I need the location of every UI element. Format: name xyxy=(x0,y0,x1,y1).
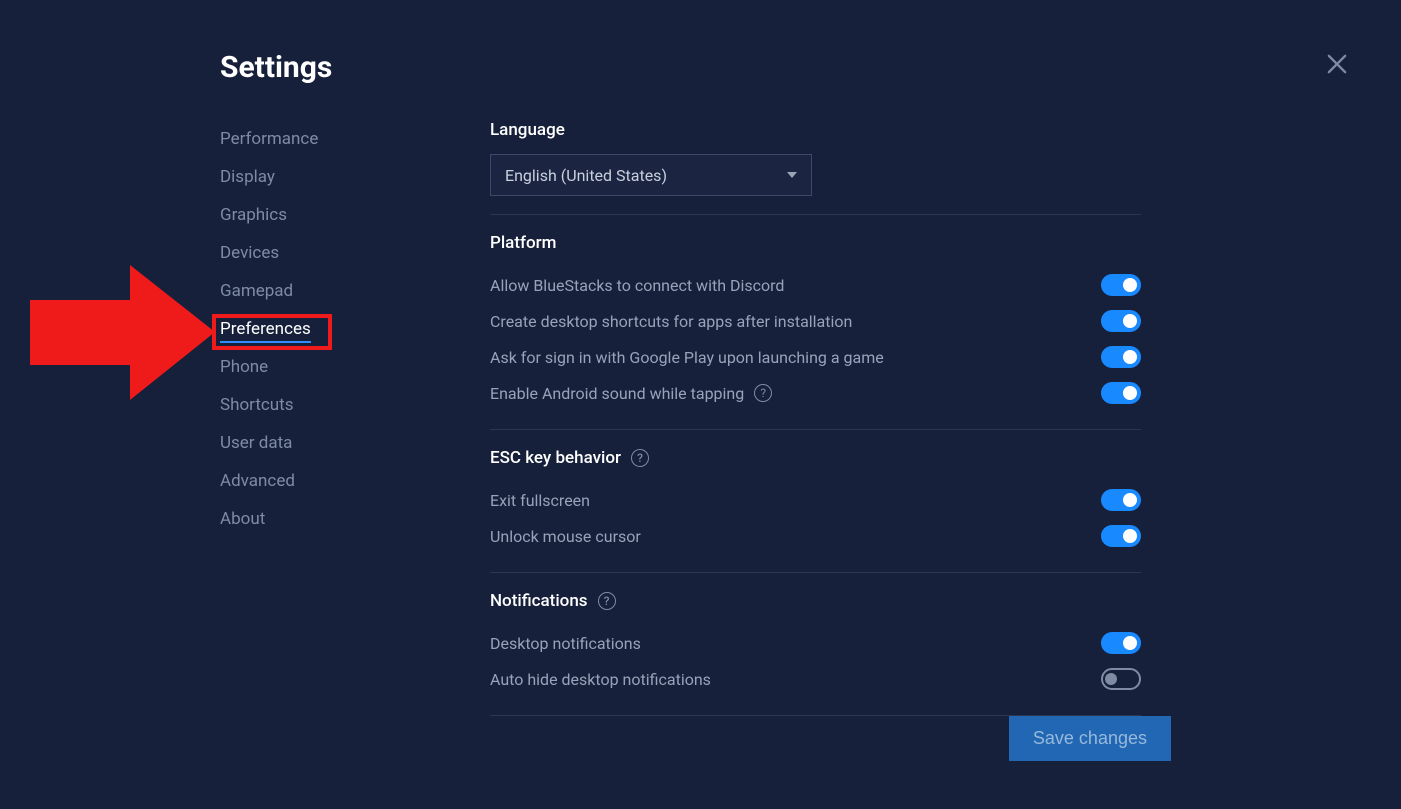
help-icon[interactable]: ? xyxy=(754,384,772,402)
toggle-discord[interactable] xyxy=(1101,274,1141,296)
section-notifications: Notifications ? Desktop notifications Au… xyxy=(490,591,1141,716)
sidebar-item-label: User data xyxy=(220,433,292,453)
section-language: Language English (United States) xyxy=(490,120,1141,215)
sidebar-item-label: Preferences xyxy=(220,319,311,343)
section-title-platform: Platform xyxy=(490,233,1141,253)
setting-label: Desktop notifications xyxy=(490,634,641,653)
help-icon[interactable]: ? xyxy=(631,449,649,467)
page-title: Settings xyxy=(220,50,1401,85)
section-title-language: Language xyxy=(490,120,1141,140)
section-esc: ESC key behavior ? Exit fullscreen Unloc… xyxy=(490,448,1141,573)
sidebar: Performance Display Graphics Devices Gam… xyxy=(220,120,490,734)
sidebar-item-preferences[interactable]: Preferences xyxy=(220,310,311,348)
sidebar-item-label: Gamepad xyxy=(220,281,293,301)
sidebar-item-label: Graphics xyxy=(220,205,287,225)
setting-label: Unlock mouse cursor xyxy=(490,527,641,546)
main-content: Language English (United States) Platfor… xyxy=(490,120,1401,734)
language-selected-value: English (United States) xyxy=(505,166,667,185)
close-icon xyxy=(1323,50,1351,78)
section-title-text: Notifications xyxy=(490,591,588,611)
sidebar-item-label: Advanced xyxy=(220,471,295,491)
toggle-knob xyxy=(1123,350,1137,364)
save-button[interactable]: Save changes xyxy=(1009,716,1171,761)
help-icon[interactable]: ? xyxy=(598,592,616,610)
setting-discord: Allow BlueStacks to connect with Discord xyxy=(490,267,1141,303)
toggle-unlock-mouse[interactable] xyxy=(1101,525,1141,547)
setting-shortcuts: Create desktop shortcuts for apps after … xyxy=(490,303,1141,339)
sidebar-item-label: Performance xyxy=(220,129,318,149)
sidebar-item-about[interactable]: About xyxy=(220,500,265,538)
toggle-shortcuts[interactable] xyxy=(1101,310,1141,332)
toggle-knob xyxy=(1123,386,1137,400)
section-platform: Platform Allow BlueStacks to connect wit… xyxy=(490,233,1141,430)
section-title-notifications: Notifications ? xyxy=(490,591,1141,611)
caret-down-icon xyxy=(787,172,797,178)
sidebar-item-gamepad[interactable]: Gamepad xyxy=(220,272,293,310)
sidebar-item-label: About xyxy=(220,509,265,529)
sidebar-item-advanced[interactable]: Advanced xyxy=(220,462,295,500)
setting-label: Auto hide desktop notifications xyxy=(490,670,711,689)
setting-auto-hide-notifications: Auto hide desktop notifications xyxy=(490,661,1141,697)
sidebar-item-user-data[interactable]: User data xyxy=(220,424,292,462)
toggle-knob xyxy=(1123,636,1137,650)
toggle-knob xyxy=(1123,529,1137,543)
toggle-desktop-notifications[interactable] xyxy=(1101,632,1141,654)
setting-label: Enable Android sound while tapping ? xyxy=(490,384,772,403)
setting-unlock-mouse: Unlock mouse cursor xyxy=(490,518,1141,554)
toggle-knob xyxy=(1123,278,1137,292)
setting-label: Exit fullscreen xyxy=(490,491,590,510)
close-button[interactable] xyxy=(1323,50,1351,78)
sidebar-item-display[interactable]: Display xyxy=(220,158,275,196)
sidebar-item-performance[interactable]: Performance xyxy=(220,120,318,158)
sidebar-item-shortcuts[interactable]: Shortcuts xyxy=(220,386,294,424)
setting-label: Ask for sign in with Google Play upon la… xyxy=(490,348,884,367)
sidebar-item-phone[interactable]: Phone xyxy=(220,348,268,386)
sidebar-item-devices[interactable]: Devices xyxy=(220,234,279,272)
toggle-exit-fullscreen[interactable] xyxy=(1101,489,1141,511)
sidebar-item-graphics[interactable]: Graphics xyxy=(220,196,287,234)
setting-desktop-notifications: Desktop notifications xyxy=(490,625,1141,661)
setting-label: Create desktop shortcuts for apps after … xyxy=(490,312,852,331)
toggle-google-signin[interactable] xyxy=(1101,346,1141,368)
toggle-auto-hide-notifications[interactable] xyxy=(1101,668,1141,690)
toggle-knob xyxy=(1123,493,1137,507)
toggle-knob xyxy=(1123,314,1137,328)
sidebar-item-label: Display xyxy=(220,167,275,187)
setting-android-sound: Enable Android sound while tapping ? xyxy=(490,375,1141,411)
toggle-knob xyxy=(1105,673,1117,685)
sidebar-item-label: Shortcuts xyxy=(220,395,294,415)
setting-exit-fullscreen: Exit fullscreen xyxy=(490,482,1141,518)
section-title-esc: ESC key behavior ? xyxy=(490,448,1141,468)
section-title-text: ESC key behavior xyxy=(490,448,621,468)
sidebar-item-label: Devices xyxy=(220,243,279,263)
setting-google-signin: Ask for sign in with Google Play upon la… xyxy=(490,339,1141,375)
sidebar-item-label: Phone xyxy=(220,357,268,377)
language-select[interactable]: English (United States) xyxy=(490,154,812,196)
setting-label-text: Enable Android sound while tapping xyxy=(490,384,744,403)
setting-label: Allow BlueStacks to connect with Discord xyxy=(490,276,784,295)
toggle-android-sound[interactable] xyxy=(1101,382,1141,404)
